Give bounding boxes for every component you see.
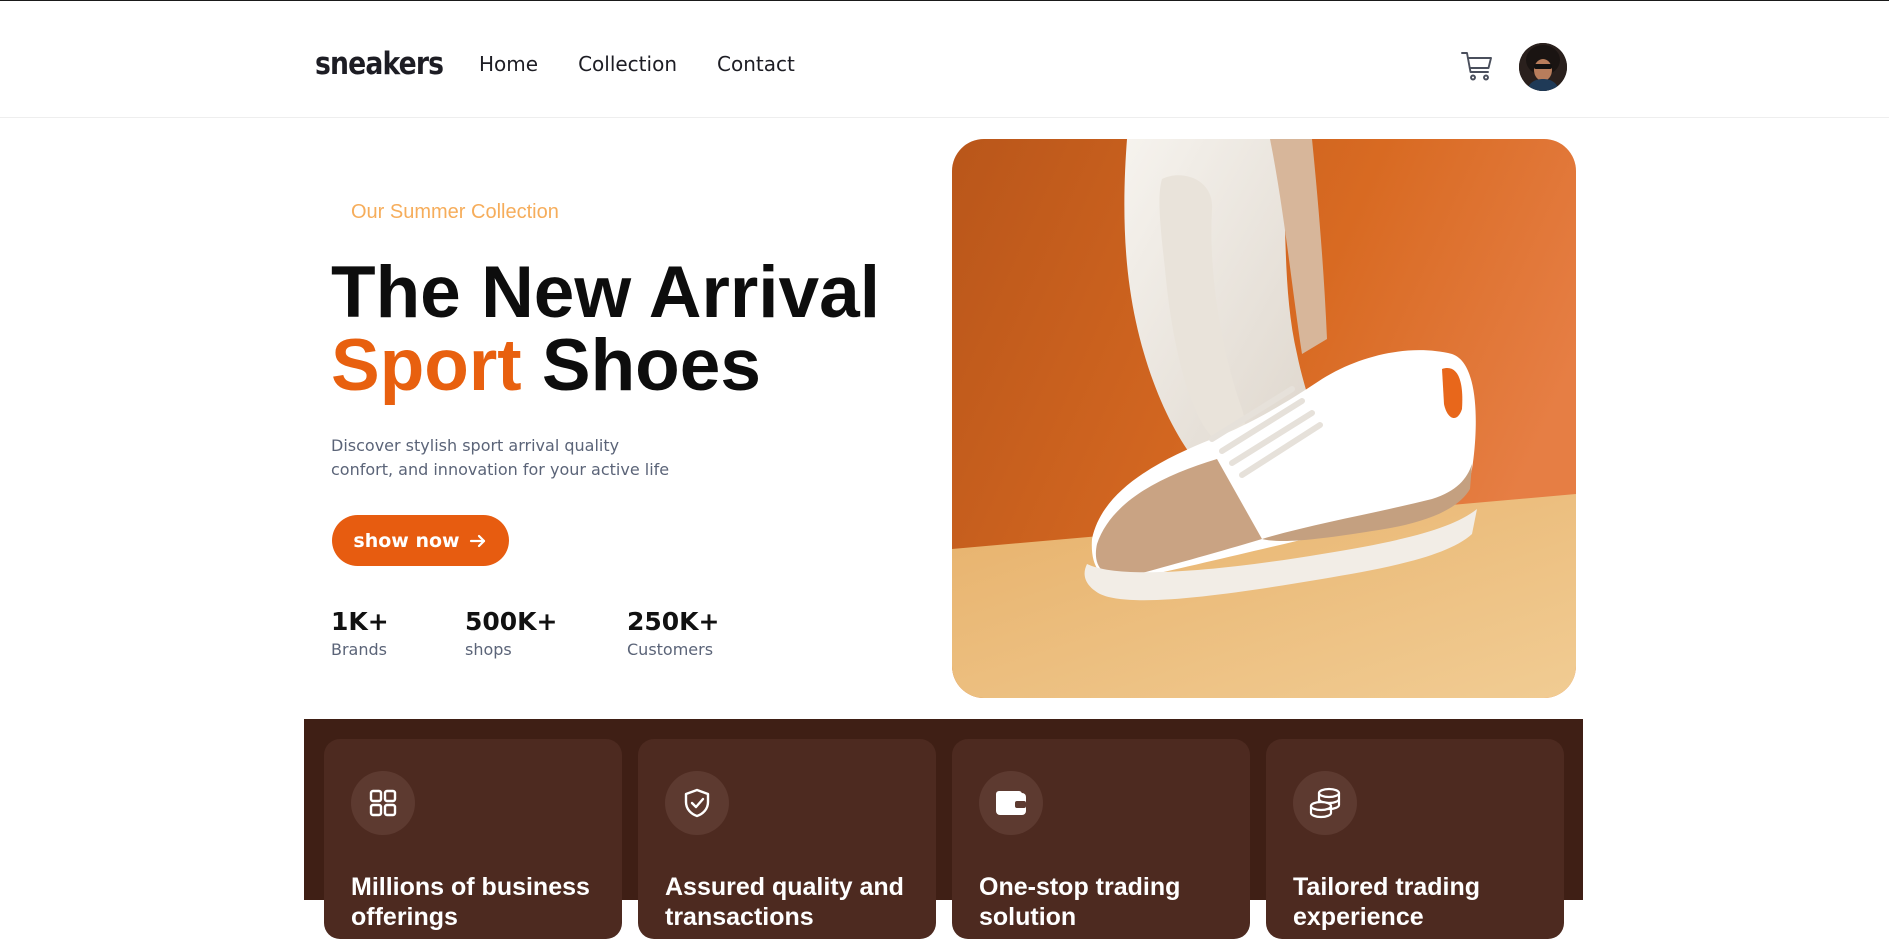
hero-description-line1: Discover stylish sport arrival quality bbox=[331, 436, 620, 455]
hero-eyebrow: Our Summer Collection bbox=[351, 201, 559, 223]
feature-title: Millions of business offerings bbox=[351, 873, 590, 931]
stat-value: 1K+ bbox=[331, 607, 389, 636]
stat-brands: 1K+ Brands bbox=[331, 607, 389, 659]
hero-description-line2: confort, and innovation for your active … bbox=[331, 460, 670, 479]
cart-icon[interactable] bbox=[1459, 48, 1495, 84]
hero-title-line1: The New Arrival bbox=[331, 252, 881, 333]
main-nav: Home Collection Contact bbox=[479, 52, 795, 76]
stat-customers: 250K+ Customers bbox=[627, 607, 720, 659]
stat-label: Brands bbox=[331, 640, 387, 659]
site-header: sneakers Home Collection Contact bbox=[0, 1, 1889, 118]
stat-value: 250K+ bbox=[627, 607, 720, 636]
nav-collection-link[interactable]: Collection bbox=[578, 52, 677, 76]
nav-home-link[interactable]: Home bbox=[479, 52, 538, 76]
show-now-label: show now bbox=[353, 529, 460, 552]
coins-icon bbox=[1293, 771, 1357, 835]
hero-product-image bbox=[952, 139, 1576, 698]
stat-value: 500K+ bbox=[465, 607, 558, 636]
feature-title: Assured quality and transactions bbox=[665, 873, 904, 931]
user-avatar[interactable] bbox=[1519, 43, 1567, 91]
logo[interactable]: sneakers bbox=[315, 46, 444, 82]
show-now-button[interactable]: show now bbox=[332, 515, 509, 566]
grid-icon bbox=[351, 771, 415, 835]
feature-title: One-stop trading solution bbox=[979, 873, 1181, 931]
feature-card: One-stop trading solution bbox=[952, 739, 1250, 939]
feature-title: Tailored trading experience bbox=[1293, 873, 1481, 931]
arrow-right-icon bbox=[469, 534, 485, 547]
hero-description: Discover stylish sport arrival quality c… bbox=[331, 434, 691, 482]
stat-label: Customers bbox=[627, 640, 714, 659]
feature-card: Millions of business offerings bbox=[324, 739, 622, 939]
shield-check-icon bbox=[665, 771, 729, 835]
stat-label: shops bbox=[465, 640, 512, 659]
hero-title-accent: Sport bbox=[331, 325, 522, 406]
feature-card: Tailored trading experience bbox=[1266, 739, 1564, 939]
nav-contact-link[interactable]: Contact bbox=[717, 52, 795, 76]
features-band: Millions of business offerings Assured q… bbox=[304, 719, 1583, 939]
stat-shops: 500K+ shops bbox=[465, 607, 558, 659]
feature-card: Assured quality and transactions bbox=[638, 739, 936, 939]
hero-title: The New Arrival Sport Shoes bbox=[331, 256, 880, 402]
hero-title-rest: Shoes bbox=[541, 325, 761, 406]
wallet-icon bbox=[979, 771, 1043, 835]
